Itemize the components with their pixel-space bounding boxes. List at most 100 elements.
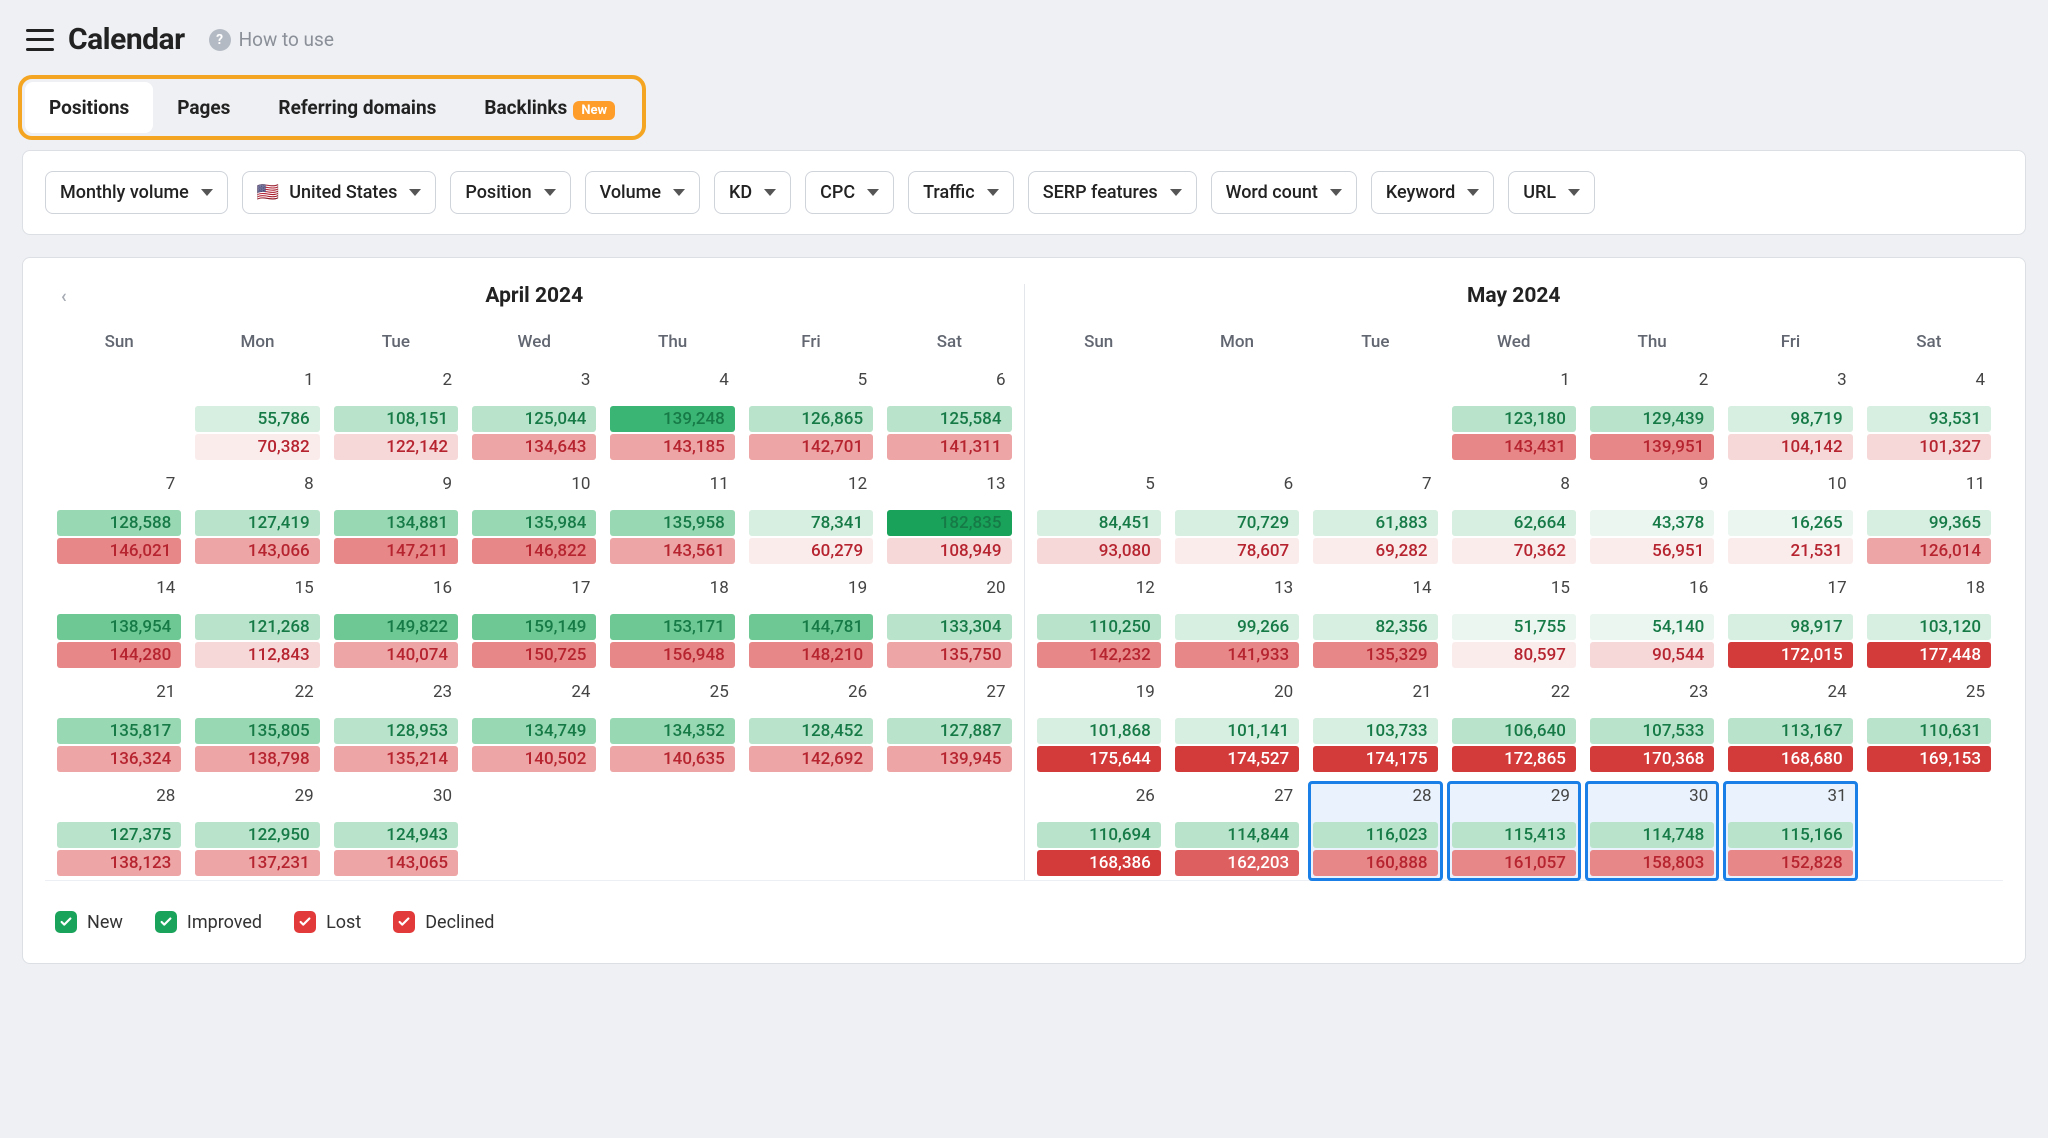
calendar-day[interactable]: 15121,268112,843: [191, 574, 323, 672]
up-value: 125,044: [472, 406, 596, 432]
chevron-down-icon: [867, 189, 879, 196]
calendar-day[interactable]: 27114,844162,203: [1171, 782, 1303, 880]
calendar-day[interactable]: 31115,166152,828: [1724, 782, 1856, 880]
calendar-day[interactable]: 943,37856,951: [1586, 470, 1718, 568]
legend-declined[interactable]: Declined: [393, 911, 494, 933]
filter-kd[interactable]: KD: [714, 171, 791, 214]
calendar-day[interactable]: 22135,805138,798: [191, 678, 323, 776]
tabstrip: PositionsPagesReferring domainsBacklinks…: [18, 75, 646, 140]
filter-volume[interactable]: Volume: [585, 171, 700, 214]
filter-url[interactable]: URL: [1508, 171, 1595, 214]
down-value: 169,153: [1867, 746, 1991, 772]
calendar-day[interactable]: 1551,75580,597: [1448, 574, 1580, 672]
filter-keyword[interactable]: Keyword: [1371, 171, 1494, 214]
calendar-day[interactable]: 23128,953135,214: [330, 678, 462, 776]
calendar-day[interactable]: 761,88369,282: [1309, 470, 1441, 568]
flag-icon: 🇺🇸: [257, 184, 279, 202]
calendar-day[interactable]: 5126,865142,701: [745, 366, 877, 464]
calendar-day[interactable]: 28127,375138,123: [53, 782, 185, 880]
calendar-day[interactable]: 1016,26521,531: [1724, 470, 1856, 568]
down-value: 70,382: [195, 434, 319, 460]
calendar-day[interactable]: 24134,749140,502: [468, 678, 600, 776]
calendar-day[interactable]: 862,66470,362: [1448, 470, 1580, 568]
calendar-day[interactable]: 30114,748158,803: [1586, 782, 1718, 880]
calendar-day[interactable]: 6125,584141,311: [883, 366, 1015, 464]
down-value: 134,643: [472, 434, 596, 460]
legend-lost[interactable]: Lost: [294, 911, 361, 933]
day-number: 18: [710, 578, 729, 598]
tab-pages[interactable]: Pages: [153, 82, 254, 133]
legend-new[interactable]: New: [55, 911, 123, 933]
calendar-day[interactable]: 10135,984146,822: [468, 470, 600, 568]
calendar-day[interactable]: 1123,180143,431: [1448, 366, 1580, 464]
calendar-day[interactable]: 493,531101,327: [1863, 366, 1995, 464]
calendar-day[interactable]: 670,72978,607: [1171, 470, 1303, 568]
calendar-day[interactable]: 14138,954144,280: [53, 574, 185, 672]
filter-serp-features[interactable]: SERP features: [1028, 171, 1197, 214]
calendar-day[interactable]: 11135,958143,561: [606, 470, 738, 568]
calendar-day[interactable]: 29122,950137,231: [191, 782, 323, 880]
calendar-day[interactable]: 9134,881147,211: [330, 470, 462, 568]
tab-referring-domains[interactable]: Referring domains: [254, 82, 460, 133]
calendar-day[interactable]: 16149,822140,074: [330, 574, 462, 672]
calendar-day[interactable]: 12110,250142,232: [1033, 574, 1165, 672]
down-value: 60,279: [749, 538, 873, 564]
down-value: 174,527: [1175, 746, 1299, 772]
calendar-day[interactable]: 19101,868175,644: [1033, 678, 1165, 776]
calendar-day[interactable]: 3125,044134,643: [468, 366, 600, 464]
filter-position[interactable]: Position: [450, 171, 570, 214]
calendar-day[interactable]: 30124,943143,065: [330, 782, 462, 880]
filter-word-count[interactable]: Word count: [1211, 171, 1357, 214]
tab-backlinks[interactable]: BacklinksNew: [460, 82, 639, 133]
calendar-day[interactable]: 2129,439139,951: [1586, 366, 1718, 464]
calendar-day[interactable]: 24113,167168,680: [1724, 678, 1856, 776]
calendar-day[interactable]: 1482,356135,329: [1309, 574, 1441, 672]
calendar-day[interactable]: 22106,640172,865: [1448, 678, 1580, 776]
calendar-day[interactable]: 25134,352140,635: [606, 678, 738, 776]
filter-traffic[interactable]: Traffic: [908, 171, 1014, 214]
calendar-day[interactable]: 18153,171156,948: [606, 574, 738, 672]
calendar-day[interactable]: 155,78670,382: [191, 366, 323, 464]
calendar-day[interactable]: 26110,694168,386: [1033, 782, 1165, 880]
filter-monthly-volume[interactable]: Monthly volume: [45, 171, 228, 214]
down-value: 143,065: [334, 850, 458, 876]
calendar-day[interactable]: 8127,419143,066: [191, 470, 323, 568]
filter-united-states[interactable]: 🇺🇸United States: [242, 171, 437, 214]
calendar-day[interactable]: 27127,887139,945: [883, 678, 1015, 776]
calendar-day[interactable]: 25110,631169,153: [1863, 678, 1995, 776]
calendar-day[interactable]: 28116,023160,888: [1309, 782, 1441, 880]
prev-month-icon[interactable]: ‹: [61, 286, 67, 307]
calendar-day[interactable]: 29115,413161,057: [1448, 782, 1580, 880]
down-value: 108,949: [887, 538, 1011, 564]
legend-improved[interactable]: Improved: [155, 911, 262, 933]
filter-cpc[interactable]: CPC: [805, 171, 894, 214]
calendar-day[interactable]: 1399,266141,933: [1171, 574, 1303, 672]
calendar-day[interactable]: 13182,835108,949: [883, 470, 1015, 568]
calendar-day[interactable]: 4139,248143,185: [606, 366, 738, 464]
calendar-day[interactable]: 26128,452142,692: [745, 678, 877, 776]
checkbox-icon: [155, 911, 177, 933]
calendar-day[interactable]: 1199,365126,014: [1863, 470, 1995, 568]
tab-positions[interactable]: Positions: [25, 82, 153, 133]
calendar-day[interactable]: 20133,304135,750: [883, 574, 1015, 672]
calendar-day[interactable]: 2108,151122,142: [330, 366, 462, 464]
calendar-day[interactable]: 7128,588146,021: [53, 470, 185, 568]
calendar-day[interactable]: 1654,14090,544: [1586, 574, 1718, 672]
calendar-day[interactable]: 1798,917172,015: [1724, 574, 1856, 672]
calendar-day[interactable]: 21103,733174,175: [1309, 678, 1441, 776]
calendar-day[interactable]: 20101,141174,527: [1171, 678, 1303, 776]
calendar-day[interactable]: 1278,34160,279: [745, 470, 877, 568]
calendar-day[interactable]: 21135,817136,324: [53, 678, 185, 776]
calendar-day[interactable]: 398,719104,142: [1724, 366, 1856, 464]
calendar-day[interactable]: 18103,120177,448: [1863, 574, 1995, 672]
down-value: 170,368: [1590, 746, 1714, 772]
how-to-use-link[interactable]: ? How to use: [209, 28, 334, 51]
day-number: 21: [156, 682, 175, 702]
calendar-day[interactable]: 584,45193,080: [1033, 470, 1165, 568]
down-value: 112,843: [195, 642, 319, 668]
calendar-day[interactable]: 23107,533170,368: [1586, 678, 1718, 776]
calendar-day[interactable]: 17159,149150,725: [468, 574, 600, 672]
up-value: 101,868: [1037, 718, 1161, 744]
menu-icon[interactable]: [26, 29, 54, 51]
calendar-day[interactable]: 19144,781148,210: [745, 574, 877, 672]
